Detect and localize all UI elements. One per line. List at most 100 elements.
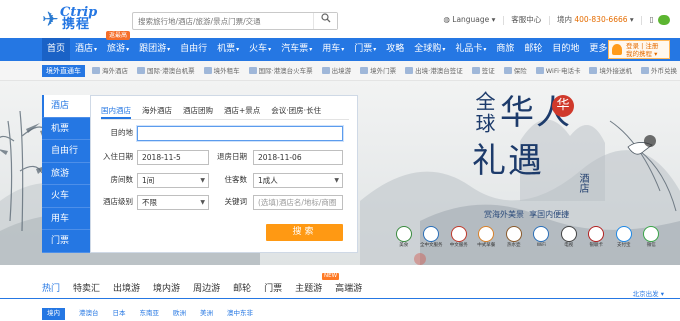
ctrip-logo[interactable]: ✈ Ctrip 携程	[42, 6, 108, 32]
dropdown-arrow-icon: ▼	[200, 177, 205, 184]
chevron-down-icon[interactable]: ▾	[630, 12, 634, 28]
checkin-date-input[interactable]: 2018-11-5	[137, 150, 209, 165]
overseas-link-label: 国际·港澳台机票	[147, 67, 195, 75]
service-icon	[471, 67, 480, 74]
chevron-down-icon: ▾	[373, 46, 377, 53]
chevron-down-icon: ▾	[491, 15, 496, 24]
overseas-link[interactable]: 保险	[503, 61, 527, 81]
nav-item[interactable]: 目的地	[547, 38, 584, 61]
booking-category-menu: 酒店 机票 自由行 旅游 火车 用车 门票	[42, 95, 90, 253]
service-icon	[92, 67, 100, 74]
rooms-label: 房间数	[110, 175, 134, 184]
service-icon	[137, 67, 145, 74]
amenity-label: WiFi	[536, 243, 546, 248]
overseas-link[interactable]: 国际·港澳台机票	[137, 61, 195, 81]
nav-item[interactable]: 跟团游▾	[134, 38, 175, 61]
category-tab[interactable]: 特卖汇	[73, 279, 100, 299]
hotel-tab[interactable]: 酒店团购	[183, 105, 213, 119]
region-tab[interactable]: 欧洲	[173, 308, 186, 320]
departure-city-select[interactable]: 北京出发 ▾	[633, 289, 664, 299]
nav-item[interactable]: 酒店▾	[70, 38, 102, 61]
hotel-level-select[interactable]: 不限 ▼	[137, 195, 209, 210]
login-box[interactable]: 登录 | 注册 我的携程 ▾	[608, 40, 670, 59]
language-select[interactable]: Language	[452, 12, 489, 28]
login-register-link[interactable]: 登录 | 注册	[626, 42, 658, 50]
guests-select[interactable]: 1成人 ▼	[253, 173, 343, 188]
side-menu-item[interactable]: 机票	[42, 118, 90, 140]
header-links: ◍ Language ▾ 客服中心 境内 400-830-6666 ▾ ▯	[443, 12, 670, 28]
overseas-link[interactable]: 境外租车	[203, 61, 240, 81]
side-menu-item[interactable]: 用车	[42, 208, 90, 230]
region-tab[interactable]: 日本	[113, 308, 126, 320]
search-input[interactable]	[133, 13, 315, 29]
service-link[interactable]: 客服中心	[511, 12, 541, 28]
category-tab[interactable]: 周边游	[193, 279, 220, 299]
region-tab[interactable]: 境内	[42, 308, 65, 320]
search-icon	[320, 13, 330, 23]
wechat-icon[interactable]	[658, 15, 670, 25]
region-tab[interactable]: 东南亚	[140, 308, 160, 320]
nav-item[interactable]: 汽车票▾	[276, 38, 317, 61]
side-menu-item[interactable]: 旅游	[42, 163, 90, 185]
keyword-input[interactable]: (选填)酒店名/地标/商圈	[253, 195, 343, 210]
search-hotel-button[interactable]: 搜索	[266, 224, 343, 241]
search-button[interactable]	[313, 13, 337, 29]
category-tab[interactable]: 出境游	[113, 279, 140, 299]
overseas-link[interactable]: 海外酒店	[92, 61, 128, 81]
hotel-tab[interactable]: 酒店+景点	[224, 105, 260, 119]
nav-item-label: 门票	[354, 44, 373, 54]
region-tab[interactable]: 港澳台	[79, 308, 99, 320]
category-tab[interactable]: 高端游	[335, 279, 362, 299]
side-menu-item[interactable]: 火车	[42, 185, 90, 208]
category-tab[interactable]: 主题游	[295, 279, 322, 299]
checkout-date-input[interactable]: 2018-11-06	[253, 150, 343, 165]
nav-item[interactable]: 商旅	[491, 38, 519, 61]
category-tab[interactable]: 境内游	[153, 279, 180, 299]
nav-item[interactable]: 火车▾	[244, 38, 276, 61]
nav-item[interactable]: 自由行	[175, 38, 212, 61]
overseas-link[interactable]: 出境游	[321, 61, 351, 81]
amenity-label: 银联卡	[589, 243, 604, 248]
nav-item-label: 酒店	[75, 44, 94, 54]
region-tab[interactable]: 澳中东非	[227, 308, 253, 320]
nav-item[interactable]: 邮轮	[519, 38, 547, 61]
keyword-placeholder: (选填)酒店名/地标/商圈	[258, 198, 337, 207]
divider	[548, 15, 550, 25]
hotel-tab[interactable]: 国内酒店	[101, 105, 131, 119]
phone-app-icon[interactable]: ▯	[649, 12, 653, 28]
hotel-tab[interactable]: 海外酒店	[142, 105, 172, 119]
nav-item[interactable]: 用车▾	[317, 38, 349, 61]
category-tab[interactable]: 热门	[42, 279, 60, 299]
region-tab[interactable]: 美洲	[200, 308, 213, 320]
hotel-tab[interactable]: 会议·团房·长住	[271, 105, 321, 119]
overseas-link[interactable]: 外币兑换	[640, 61, 677, 81]
amenity-icon	[588, 226, 605, 242]
overseas-link[interactable]: 国际·港澳台火车票	[248, 61, 313, 81]
nav-item[interactable]: 攻略	[381, 38, 409, 61]
side-menu-item[interactable]: 自由行	[42, 140, 90, 163]
destination-input[interactable]	[137, 126, 343, 141]
nav-item-label: 用车	[322, 44, 341, 54]
nav-item[interactable]: 首页	[42, 38, 71, 61]
nav-item[interactable]: 门票▾	[349, 38, 381, 61]
overseas-link[interactable]: WiFi·电话卡	[535, 61, 580, 81]
nav-item[interactable]: 全球购▾	[409, 38, 450, 61]
promo-text-hotel: 酒店	[577, 173, 588, 193]
dropdown-arrow-icon: ▼	[200, 199, 205, 206]
overseas-link[interactable]: 签证	[471, 61, 495, 81]
overseas-link[interactable]: 境外门票	[360, 61, 396, 81]
rooms-select[interactable]: 1间 ▼	[137, 173, 209, 188]
my-ctrip-link[interactable]: 我的携程 ▾	[626, 50, 657, 58]
nav-item[interactable]: 旅游▾	[102, 38, 134, 61]
hotel-booking-panel: 国内酒店 海外酒店 酒店团购 酒店+景点 会议·团房·长住 目的地 入住日期 2018-…	[90, 95, 358, 253]
nav-item[interactable]: 礼品卡▾	[450, 38, 491, 61]
category-tab[interactable]: 邮轮	[233, 279, 251, 299]
promo-seal: 华	[552, 95, 574, 117]
category-tab[interactable]: 门票	[264, 279, 282, 299]
region-tabs: 境内 港澳台 日本 东南亚 欧洲 美洲 澳中东非	[42, 308, 267, 320]
overseas-link[interactable]: 境外接送机	[589, 61, 632, 81]
overseas-link[interactable]: 出境·港澳台签证	[405, 61, 463, 81]
side-menu-item[interactable]: 门票	[42, 230, 90, 253]
side-menu-item[interactable]: 酒店	[42, 95, 90, 118]
nav-item[interactable]: 机票▾	[212, 38, 244, 61]
